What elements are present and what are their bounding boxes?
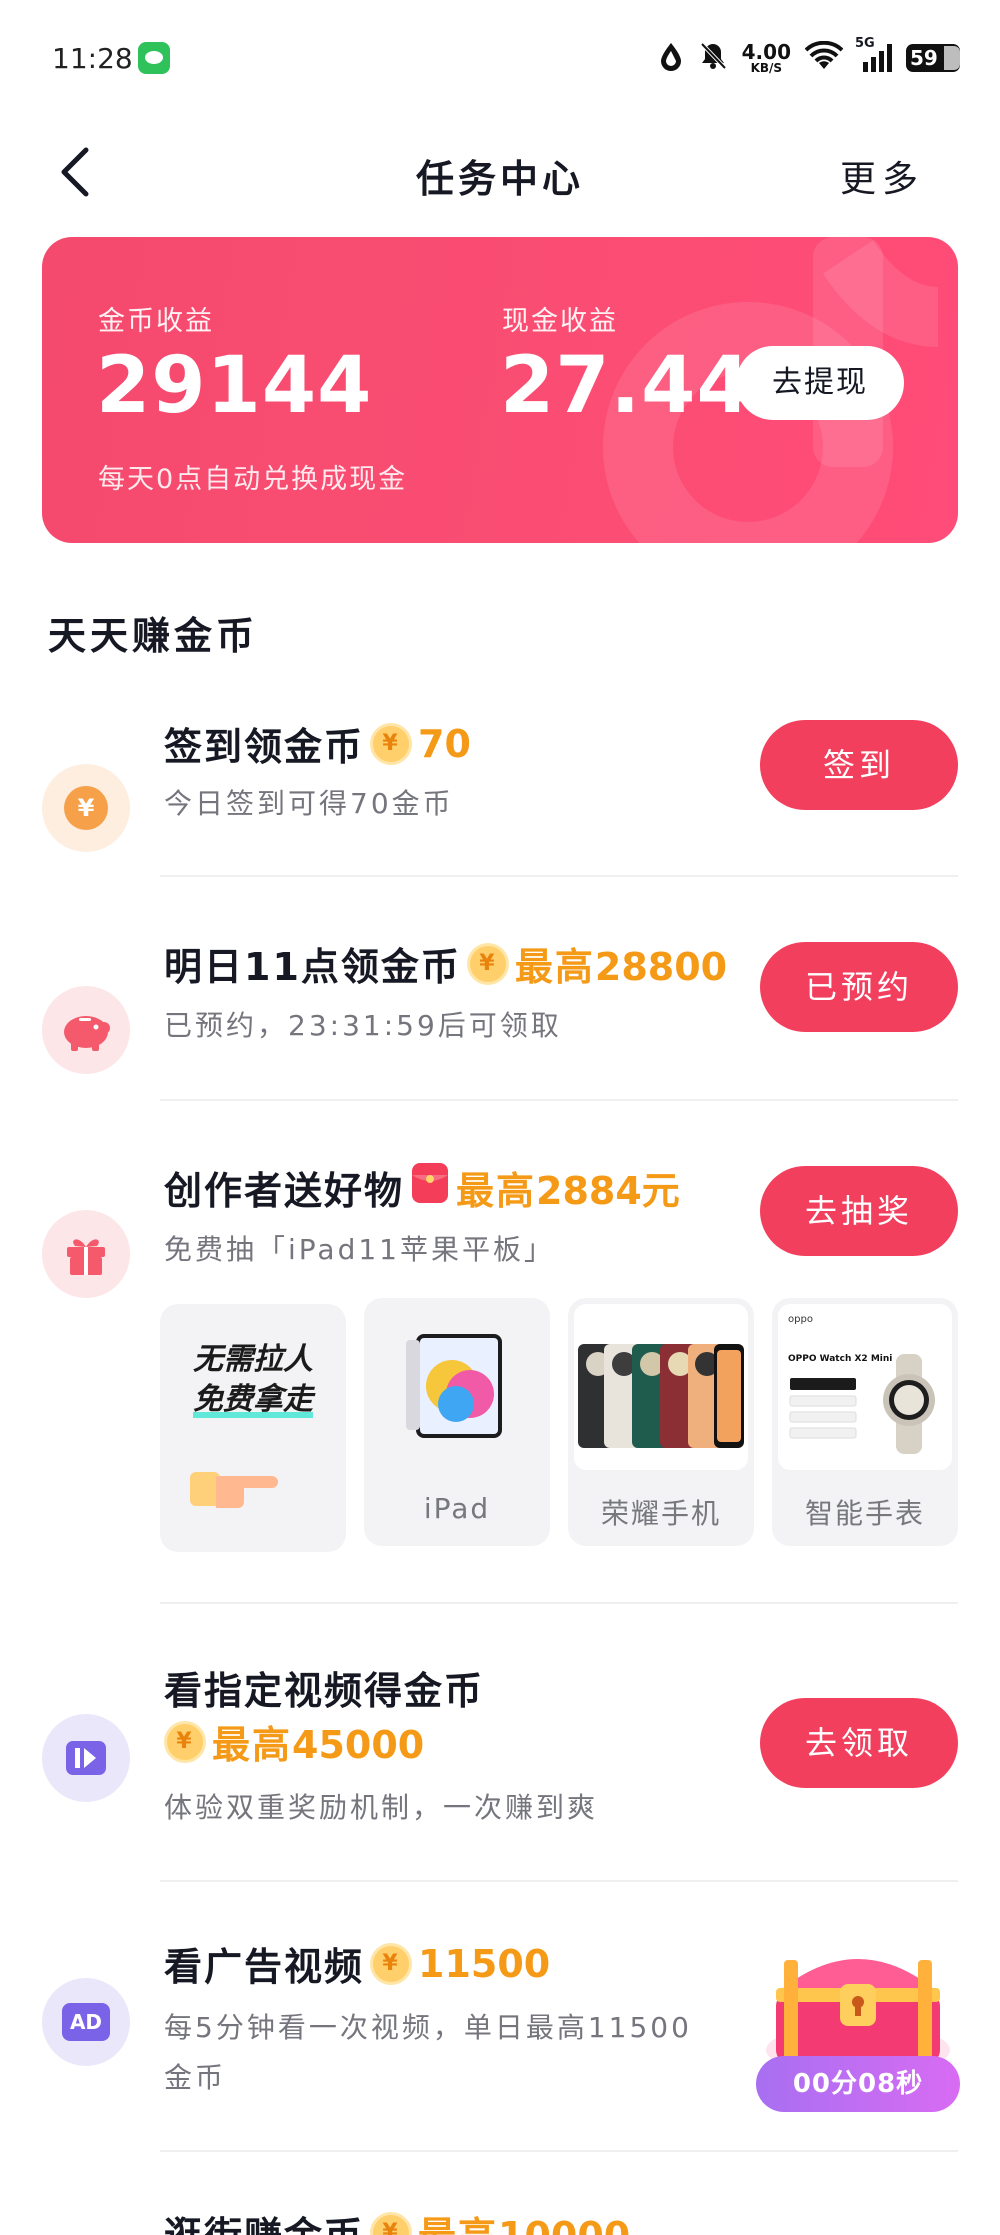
status-bar: 11:28 4.00 KB/S 5G 59	[0, 0, 1000, 120]
prize-tile-ipad[interactable]: iPad	[364, 1298, 550, 1546]
task-title: 签到领金币 ¥ 70	[164, 721, 471, 770]
net-speed: 4.00 KB/S	[741, 40, 791, 75]
honor-phone-image	[574, 1304, 748, 1470]
divider	[160, 1880, 958, 1882]
section-title: 天天赚金币	[48, 614, 259, 658]
coin-icon: ¥	[370, 2211, 413, 2235]
promo-line-2: 免费拿走	[193, 1382, 313, 1417]
task-title: 逛街赚金币 ¥ 最高10000	[164, 2205, 630, 2235]
ad-icon: AD	[42, 1978, 130, 2066]
reserved-button[interactable]: 已预约	[760, 942, 958, 1032]
yuan-coin-icon: ¥	[42, 764, 130, 852]
video-icon	[42, 1714, 130, 1802]
prize-tile-promo[interactable]: 无需拉人 免费拿走	[160, 1304, 346, 1552]
status-time: 11:28	[52, 42, 133, 75]
chest-countdown: 00分08秒	[756, 2056, 960, 2112]
divider	[160, 875, 958, 877]
task-desc-line-2: 金币	[164, 2061, 227, 2094]
earnings-card: 金币收益 29144 现金收益 27.44 每天0点自动兑换成现金 去提现	[42, 237, 958, 543]
coin-earnings-label: 金币收益	[98, 306, 214, 337]
divider	[160, 1602, 958, 1604]
pointing-hand-icon	[190, 1472, 278, 1508]
task-title: 创作者送好物 最高2884元	[164, 1160, 680, 1215]
coin-icon: ¥	[370, 722, 413, 765]
prize-tile-smart-watch[interactable]: oppo OPPO Watch X2 Mini 智能手表	[772, 1298, 958, 1546]
task-title: 明日11点领金币 ¥ 最高28800	[164, 936, 727, 991]
cash-earnings-value: 27.44	[500, 341, 752, 431]
smart-watch-image: oppo OPPO Watch X2 Mini	[778, 1304, 952, 1470]
divider	[160, 1099, 958, 1101]
mute-bell-icon	[698, 41, 728, 76]
more-button[interactable]: 更多	[840, 150, 924, 202]
task-reward: ¥ 最高45000	[164, 1714, 424, 1769]
task-desc: 今日签到可得70金币	[164, 787, 454, 820]
task-desc: 已预约，23:31:59后可领取	[164, 1009, 562, 1042]
task-title: 看广告视频 ¥ 11500	[164, 1941, 551, 1990]
piggy-bank-icon	[42, 986, 130, 1074]
task-title: 看指定视频得金币	[164, 1669, 485, 1713]
svg-text:¥: ¥	[78, 794, 95, 822]
red-packet-icon	[410, 1161, 450, 1214]
cash-earnings-label: 现金收益	[502, 306, 618, 337]
checkin-button[interactable]: 签到	[760, 720, 958, 810]
claim-button[interactable]: 去领取	[760, 1698, 958, 1788]
battery-icon: 59	[906, 44, 960, 72]
cellular-signal-icon: 5G	[855, 36, 892, 72]
prize-tile-honor-phone[interactable]: 荣耀手机	[568, 1298, 754, 1546]
wechat-notification-icon	[138, 42, 170, 74]
withdraw-button[interactable]: 去提现	[736, 346, 904, 420]
divider	[160, 2150, 958, 2152]
ipad-image	[370, 1304, 544, 1470]
coin-icon: ¥	[164, 1720, 206, 1763]
coin-earnings-value: 29144	[96, 341, 373, 431]
wifi-icon	[804, 40, 844, 76]
task-desc: 免费抽「iPad11苹果平板」	[164, 1233, 555, 1266]
status-icons: 4.00 KB/S 5G 59	[658, 36, 960, 80]
prize-label: iPad	[423, 1492, 491, 1525]
task-desc-line-1: 每5分钟看一次视频，单日最高11500	[164, 2011, 692, 2044]
coin-icon: ¥	[370, 1942, 413, 1985]
prize-label: 荣耀手机	[600, 1497, 721, 1530]
nav-bar: 任务中心 更多	[0, 130, 1000, 210]
prize-label: 智能手表	[804, 1497, 925, 1530]
data-saver-icon	[658, 41, 684, 76]
exchange-note: 每天0点自动兑换成现金	[98, 464, 408, 495]
promo-line-1: 无需拉人	[193, 1342, 313, 1377]
task-desc: 体验双重奖励机制，一次赚到爽	[164, 1791, 599, 1824]
gift-icon	[42, 1210, 130, 1298]
lottery-button[interactable]: 去抽奖	[760, 1166, 958, 1256]
coin-icon: ¥	[466, 942, 509, 985]
